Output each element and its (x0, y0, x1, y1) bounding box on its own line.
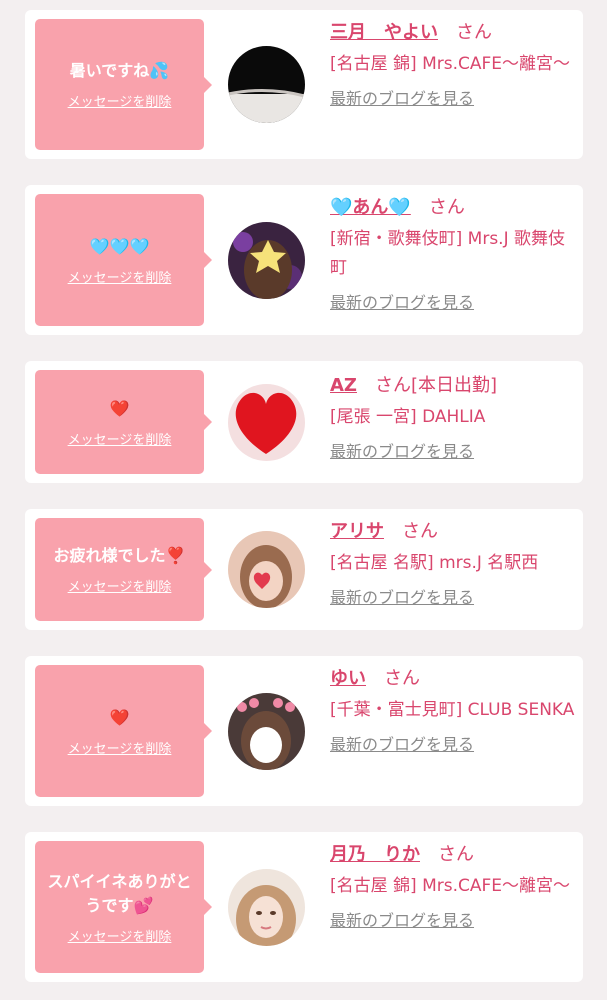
honorific: さん (428, 197, 465, 218)
honorific: さん (402, 521, 438, 542)
honorific: さん (384, 668, 420, 689)
profile-info: AZ さん[本日出勤] [尾張 一宮] DAHLIA 最新のブログを見る (330, 373, 575, 462)
profile-name-link[interactable]: アリサ (330, 521, 384, 542)
avatar-photo (228, 384, 305, 461)
avatar-photo (228, 222, 305, 299)
latest-blog-link[interactable]: 最新のブログを見る (330, 438, 474, 462)
delete-message-link[interactable]: メッセージを削除 (68, 267, 172, 286)
profile-info: 月乃 りか さん [名古屋 錦] Mrs.CAFE〜離宮〜 最新のブログを見る (330, 842, 575, 931)
message-card: 🩵🩵🩵 メッセージを削除 🩵あん🩵 さん [新宿・歌舞伎町] Mrs.J 歌舞伎町… (25, 185, 583, 335)
profile-info: 三月 やよい さん [名古屋 錦] Mrs.CAFE〜離宮〜 最新のブログを見る (330, 20, 575, 109)
message-bubble: 🩵🩵🩵 メッセージを削除 (35, 194, 212, 326)
shop-info: [名古屋 錦] Mrs.CAFE〜離宮〜 (330, 876, 571, 896)
latest-blog-link[interactable]: 最新のブログを見る (330, 85, 474, 109)
shop-info: [尾張 一宮] DAHLIA (330, 407, 486, 427)
delete-message-link[interactable]: メッセージを削除 (68, 91, 172, 110)
message-card: お疲れ様でした❣️ メッセージを削除 アリサ さん [名古屋 名駅] mrs.J … (25, 509, 583, 630)
message-text: 🩵🩵🩵 (89, 236, 150, 256)
shop-info: [名古屋 名駅] mrs.J 名駅西 (330, 553, 539, 573)
message-bubble: ❤️ メッセージを削除 (35, 665, 212, 797)
profile-name-link[interactable]: 三月 やよい (330, 22, 438, 43)
delete-message-link[interactable]: メッセージを削除 (68, 926, 172, 945)
shop-info: [新宿・歌舞伎町] Mrs.J 歌舞伎町 (330, 229, 566, 278)
message-bubble: お疲れ様でした❣️ メッセージを削除 (35, 518, 212, 621)
message-text: ❤️ (109, 707, 130, 727)
latest-blog-link[interactable]: 最新のブログを見る (330, 907, 474, 931)
avatar-photo (228, 869, 305, 946)
message-card: スパイイネありがとうです💕 メッセージを削除 月乃 りか さん [名古屋 錦] M… (25, 832, 583, 982)
avatar[interactable] (228, 531, 305, 608)
profile-name-link[interactable]: 月乃 りか (330, 844, 420, 865)
message-bubble: ❤️ メッセージを削除 (35, 370, 212, 474)
message-card: ❤️ メッセージを削除 AZ さん[本日出勤] [尾張 一宮] DAHLIA 最新… (25, 361, 583, 483)
avatar-photo (228, 46, 305, 123)
avatar[interactable] (228, 46, 305, 123)
honorific: さん (456, 22, 492, 43)
latest-blog-link[interactable]: 最新のブログを見る (330, 731, 474, 755)
message-text: お疲れ様でした❣️ (53, 546, 186, 565)
avatar-photo (228, 693, 305, 770)
message-text: ❤️ (109, 398, 130, 418)
shop-info: [千葉・富士見町] CLUB SENKA (330, 700, 575, 720)
honorific: さん (438, 844, 474, 865)
message-text: 暑いですね💦 (69, 61, 170, 80)
avatar[interactable] (228, 869, 305, 946)
profile-name-link[interactable]: AZ (330, 375, 357, 396)
delete-message-link[interactable]: メッセージを削除 (68, 576, 172, 595)
latest-blog-link[interactable]: 最新のブログを見る (330, 289, 474, 313)
shop-info: [名古屋 錦] Mrs.CAFE〜離宮〜 (330, 54, 571, 74)
message-bubble: 暑いですね💦 メッセージを削除 (35, 19, 212, 150)
avatar[interactable] (228, 222, 305, 299)
avatar-photo (228, 531, 305, 608)
avatar[interactable] (228, 693, 305, 770)
delete-message-link[interactable]: メッセージを削除 (68, 738, 172, 757)
avatar[interactable] (228, 384, 305, 461)
message-bubble: スパイイネありがとうです💕 メッセージを削除 (35, 841, 212, 973)
honorific: さん[本日出勤] (374, 375, 498, 396)
message-list: 暑いですね💦 メッセージを削除 三月 やよい さん [名古屋 錦] Mrs.CAF… (0, 0, 607, 1000)
message-card: 暑いですね💦 メッセージを削除 三月 やよい さん [名古屋 錦] Mrs.CAF… (25, 10, 583, 159)
latest-blog-link[interactable]: 最新のブログを見る (330, 584, 474, 608)
profile-name-link[interactable]: ゆい (330, 668, 366, 689)
profile-info: 🩵あん🩵 さん [新宿・歌舞伎町] Mrs.J 歌舞伎町 最新のブログを見る (330, 195, 575, 313)
profile-info: ゆい さん [千葉・富士見町] CLUB SENKA 最新のブログを見る (330, 666, 575, 755)
delete-message-link[interactable]: メッセージを削除 (68, 429, 172, 448)
profile-info: アリサ さん [名古屋 名駅] mrs.J 名駅西 最新のブログを見る (330, 519, 575, 608)
message-card: ❤️ メッセージを削除 ゆい さん [千葉・富士見町] CLUB SENKA 最新… (25, 656, 583, 806)
message-text: スパイイネありがとうです💕 (47, 871, 192, 915)
profile-name-link[interactable]: 🩵あん🩵 (330, 197, 411, 218)
